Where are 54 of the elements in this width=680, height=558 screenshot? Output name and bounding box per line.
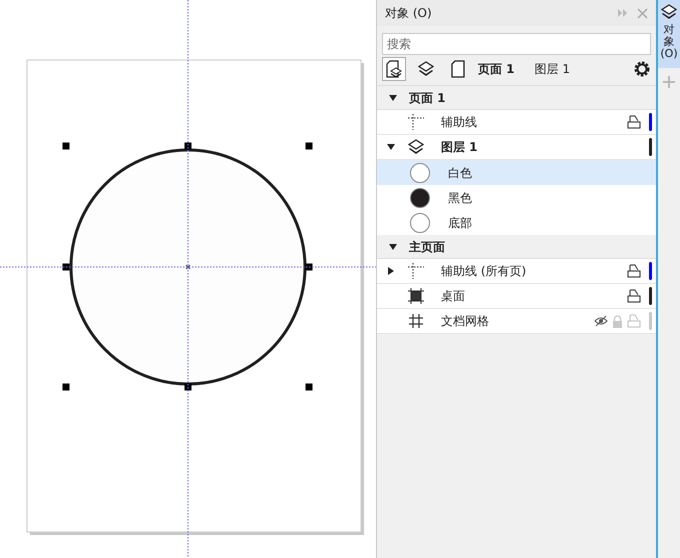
object-label: 底部 xyxy=(448,214,472,232)
collapsed-triangle-icon[interactable] xyxy=(387,267,395,275)
ellipse-shape[interactable] xyxy=(70,148,306,386)
selection-handle[interactable] xyxy=(184,142,192,150)
object-tree-row[interactable]: 辅助线 (所有页) xyxy=(377,259,656,284)
tree-item-label: 文档网格 xyxy=(441,313,489,330)
page-icon[interactable] xyxy=(451,60,465,78)
settings-icon[interactable] xyxy=(633,60,651,78)
printer-icon[interactable] xyxy=(627,289,641,303)
desktop-frame-icon xyxy=(408,288,424,304)
layers-icon xyxy=(661,4,677,20)
page-name: 主页面 xyxy=(409,238,445,256)
selection-handle[interactable] xyxy=(306,384,312,390)
docker-side-tab[interactable]: 对象 (O) xyxy=(658,0,680,68)
grid-icon xyxy=(408,313,424,329)
object-tree-row[interactable]: 图层 1 xyxy=(377,135,656,160)
layers-icon xyxy=(418,61,434,77)
selection-handle[interactable] xyxy=(306,264,312,270)
object-row[interactable]: 白色 xyxy=(377,160,656,185)
selection-handle[interactable] xyxy=(62,264,70,270)
panel-title: 对象 (O) xyxy=(385,5,432,22)
view-toggle-button[interactable] xyxy=(382,57,406,81)
selection-handle[interactable] xyxy=(62,142,70,150)
selection-handle[interactable] xyxy=(184,384,192,390)
page-name: 页面 1 xyxy=(409,90,446,106)
object-row[interactable]: 黑色 xyxy=(377,185,656,210)
current-layer-label: 图层 1 xyxy=(534,61,570,78)
center-mark-icon xyxy=(186,264,190,270)
object-tree-row[interactable]: 桌面 xyxy=(377,284,656,309)
object-label: 黑色 xyxy=(448,190,472,206)
printer-icon[interactable] xyxy=(627,115,641,129)
expanded-triangle-icon[interactable] xyxy=(387,143,395,151)
hidden-eye-icon[interactable] xyxy=(594,315,608,327)
guides-icon xyxy=(407,113,425,131)
expanded-triangle-icon[interactable] xyxy=(389,242,397,250)
object-row[interactable]: 底部 xyxy=(377,210,656,235)
selection-handle[interactable] xyxy=(62,384,70,390)
search-field[interactable]: 搜索 xyxy=(382,33,651,55)
selection-handle[interactable] xyxy=(306,142,312,150)
tree-item-label: 图层 1 xyxy=(441,139,478,156)
expanded-triangle-icon[interactable] xyxy=(389,94,397,102)
object-tree-row[interactable]: 文档网格 xyxy=(377,309,656,334)
side-tab-label: 对象 (O) xyxy=(660,24,678,60)
tree-item-label: 辅助线 (所有页) xyxy=(441,263,526,280)
tree-item-label: 桌面 xyxy=(441,288,465,305)
layers-icon xyxy=(408,139,424,155)
current-page-label: 页面 1 xyxy=(478,61,515,78)
printer-icon[interactable] xyxy=(627,264,641,278)
page-layers-icon[interactable] xyxy=(386,60,402,78)
guide-line[interactable] xyxy=(0,266,376,268)
object-label: 白色 xyxy=(448,164,472,182)
object-tree-row[interactable]: 辅助线 xyxy=(377,110,656,135)
tree-item-label: 辅助线 xyxy=(441,114,477,131)
guides-icon xyxy=(407,262,425,280)
